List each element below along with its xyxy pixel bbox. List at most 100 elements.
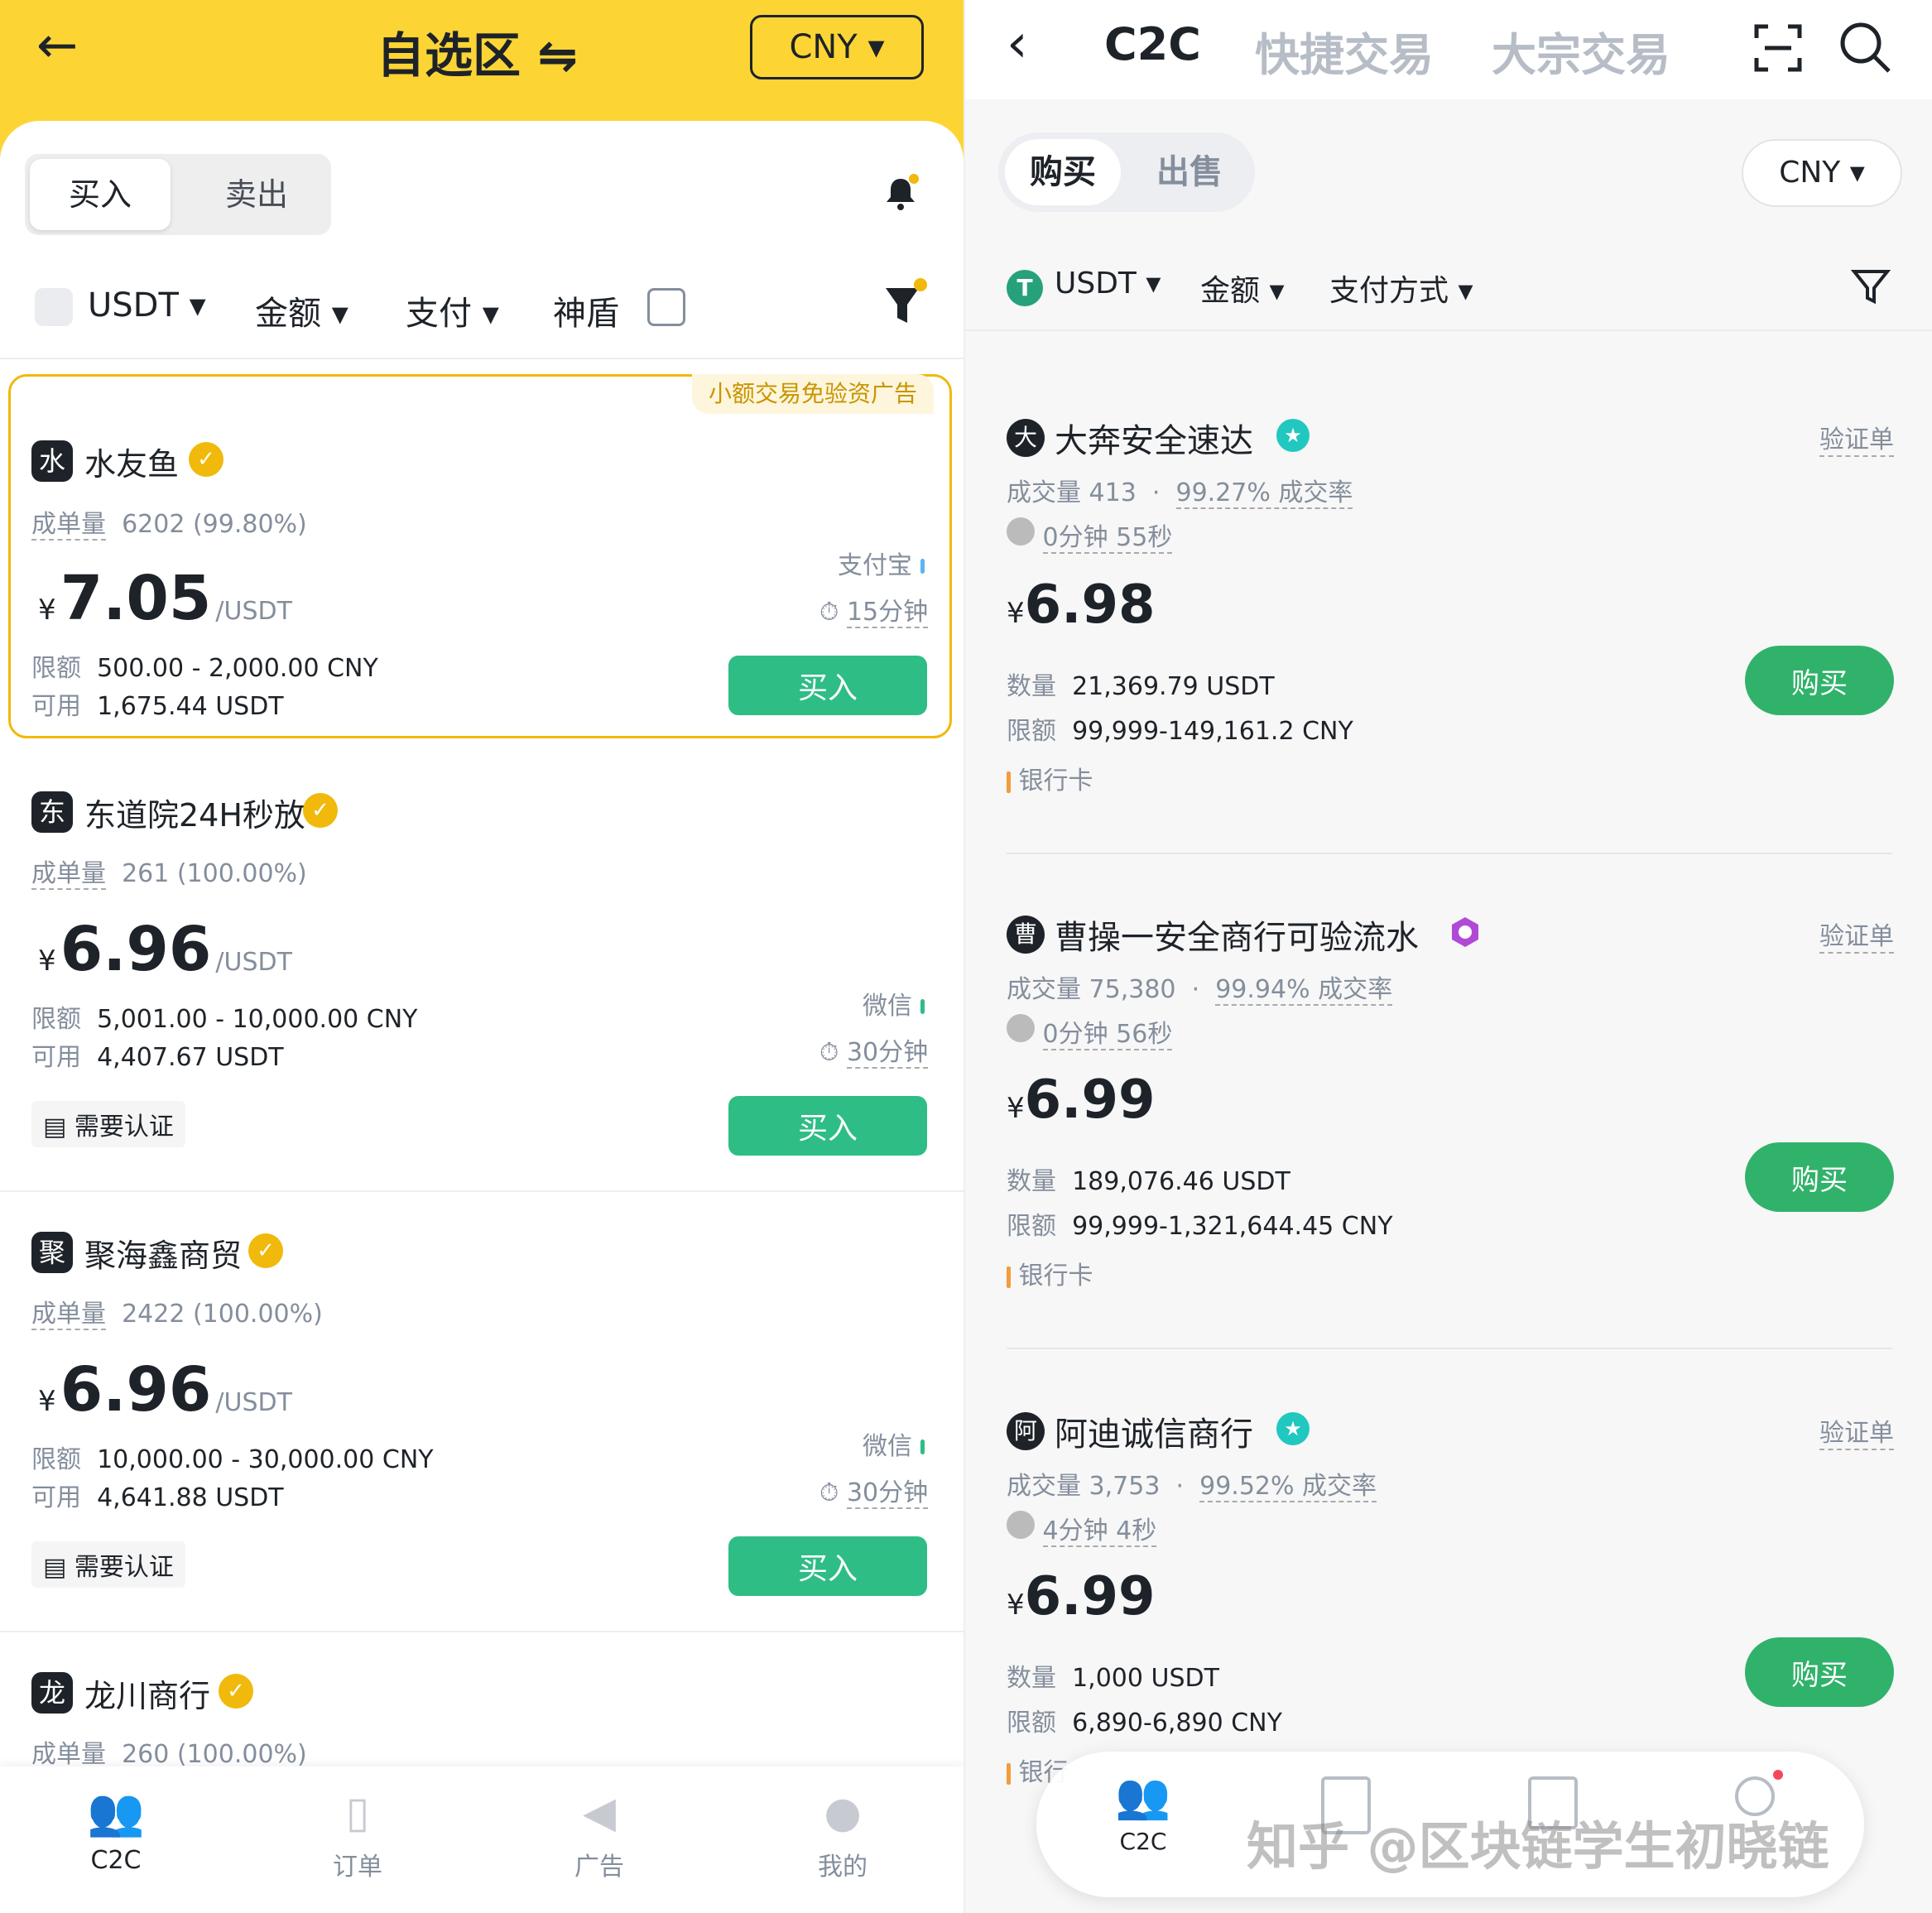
volume-stat: 成交量 413 · 99.27% 成交率 xyxy=(1007,478,1353,509)
buy-button[interactable]: 买入 xyxy=(728,1536,927,1596)
verified-badge-icon: ✓ xyxy=(248,1233,283,1268)
orders-icon: ▯ xyxy=(345,1788,370,1838)
shield-checkbox[interactable] xyxy=(647,288,685,326)
left-panel: ← 自选区 ⇋ CNY ▾ 买入 卖出 USDT ▾ 金额 ▾ 支付 ▾ 神盾 … xyxy=(0,0,964,1913)
verify-link[interactable]: 验证单 xyxy=(1819,916,1894,954)
right-panel: ‹ C2C 快捷交易 大宗交易 购买 出售 CNY ▾ T USDT ▾ 金额 … xyxy=(964,0,1932,1913)
verify-link[interactable]: 验证单 xyxy=(1819,419,1894,457)
pay-time: ⏱ 30分钟 xyxy=(819,1478,929,1509)
filter-funnel-icon[interactable] xyxy=(882,276,929,329)
release-time: 0分钟 55秒 xyxy=(1007,517,1173,554)
pay-time: ⏱ 15分钟 xyxy=(819,598,929,628)
tab-quick-trade[interactable]: 快捷交易 xyxy=(1255,18,1434,84)
buy-button[interactable]: 购买 xyxy=(1745,1142,1894,1212)
limit-row: 限额 99,999-149,161.2 CNY xyxy=(1007,717,1353,746)
back-arrow-icon[interactable]: ← xyxy=(36,17,78,75)
pay-time: ⏱ 30分钟 xyxy=(819,1038,929,1069)
avatar: 大 xyxy=(1007,419,1045,457)
buy-button[interactable]: 买入 xyxy=(728,656,927,715)
verified-badge-icon: ✓ xyxy=(189,442,223,477)
verify-link[interactable]: 验证单 xyxy=(1819,1412,1894,1450)
orders-stat: 成单量 260 (100.00%) xyxy=(31,1740,307,1771)
timer-icon: ⏱ xyxy=(819,1478,839,1507)
price-alert-bell-icon[interactable] xyxy=(881,174,920,214)
currency-select[interactable]: CNY ▾ xyxy=(750,15,924,79)
tab-block-trade[interactable]: 大宗交易 xyxy=(1492,18,1670,84)
nav-c2c[interactable]: 👥 C2C xyxy=(66,1786,166,1876)
avatar: 曹 xyxy=(1007,916,1045,954)
timer-icon: ⏱ xyxy=(819,598,839,627)
avatar: 水 xyxy=(31,440,73,482)
merchant-name[interactable]: 聚海鑫商贸 xyxy=(84,1230,242,1276)
buy-button[interactable]: 买入 xyxy=(728,1096,927,1156)
avatar: 阿 xyxy=(1007,1412,1045,1450)
coin-filter[interactable]: USDT ▾ xyxy=(88,286,206,324)
price: ¥ 6.96 /USDT xyxy=(38,1354,292,1425)
megaphone-icon: ◀ xyxy=(583,1788,616,1838)
release-time: 4分钟 4秒 xyxy=(1007,1510,1157,1547)
currency-select[interactable]: CNY ▾ xyxy=(1742,139,1902,207)
users-icon: 👥 xyxy=(1115,1770,1171,1822)
coin-filter[interactable]: USDT ▾ xyxy=(1055,267,1161,300)
tab-buy[interactable]: 购买 xyxy=(1005,139,1121,205)
buy-button[interactable]: 购买 xyxy=(1745,1637,1894,1707)
price: ¥6.98 xyxy=(1007,574,1156,636)
scan-icon[interactable] xyxy=(1753,23,1803,73)
price: ¥ 6.96 /USDT xyxy=(38,914,292,985)
id-card-icon: ▤ xyxy=(43,1113,67,1142)
merchant-name[interactable]: 大奔安全速达 xyxy=(1055,414,1253,462)
available-row: 可用 4,641.88 USDT xyxy=(31,1483,284,1512)
verified-badge-icon: ✓ xyxy=(219,1674,253,1709)
watermark: 知乎 @区块链学生初晓链 xyxy=(1247,1816,1829,1877)
merchant-name[interactable]: 龙川商行 xyxy=(84,1670,210,1716)
nav-ads[interactable]: ◀ 广告 xyxy=(550,1788,649,1882)
release-time: 0分钟 56秒 xyxy=(1007,1013,1173,1050)
kyc-required-tag: ▤ 需要认证 xyxy=(31,1101,185,1147)
price: ¥6.99 xyxy=(1007,1069,1156,1131)
merchant-name[interactable]: 水友鱼 xyxy=(84,439,179,484)
tether-icon: T xyxy=(1007,270,1043,306)
merchant-name[interactable]: 东道院24H秒放 xyxy=(84,790,305,835)
tab-sell[interactable]: 卖出 xyxy=(190,159,323,230)
merchant-name[interactable]: 阿迪诚信商行 xyxy=(1055,1407,1253,1455)
tab-buy[interactable]: 买入 xyxy=(30,159,171,230)
tab-c2c[interactable]: C2C xyxy=(1104,18,1201,70)
payment-method: 支付宝 xyxy=(838,545,925,581)
volume-stat: 成交量 3,753 · 99.52% 成交率 xyxy=(1007,1472,1377,1502)
available-row: 可用 4,407.67 USDT xyxy=(31,1043,284,1072)
nav-orders[interactable]: ▯ 订单 xyxy=(308,1788,407,1882)
quantity-row: 数量 189,076.46 USDT xyxy=(1007,1167,1290,1196)
merchant-name[interactable]: 曹操一安全商行可验流水 xyxy=(1055,911,1419,959)
notification-dot xyxy=(1773,1770,1783,1780)
nav-c2c[interactable]: 👥 C2C xyxy=(1098,1770,1189,1856)
clock-icon xyxy=(1007,1511,1035,1539)
payment-method: 银行卡 xyxy=(1007,760,1093,796)
avatar: 龙 xyxy=(31,1672,73,1714)
back-chevron-icon[interactable]: ‹ xyxy=(1007,13,1028,75)
nav-profile[interactable]: ● 我的 xyxy=(793,1788,892,1882)
user-icon: ● xyxy=(824,1788,862,1838)
amount-filter[interactable]: 金额 ▾ xyxy=(1200,267,1285,310)
filter-icon[interactable] xyxy=(1850,267,1891,306)
payment-method: 银行卡 xyxy=(1007,1255,1093,1291)
payment-filter[interactable]: 支付 ▾ xyxy=(406,286,499,334)
id-card-icon: ▤ xyxy=(43,1553,67,1582)
verified-badge-icon: ✓ xyxy=(303,793,338,828)
avatar: 东 xyxy=(31,791,73,833)
page-title: 自选区 ⇋ xyxy=(377,27,578,84)
price: ¥6.99 xyxy=(1007,1566,1156,1627)
search-icon[interactable] xyxy=(1838,20,1892,75)
merchant-badge-icon: ★ xyxy=(1276,1412,1310,1445)
coin-icon xyxy=(35,288,73,326)
swap-icon[interactable]: ⇋ xyxy=(537,27,578,84)
users-icon: 👥 xyxy=(87,1786,145,1839)
tab-sell[interactable]: 出售 xyxy=(1136,139,1243,205)
price: ¥ 7.05 /USDT xyxy=(38,563,292,634)
amount-filter[interactable]: 金额 ▾ xyxy=(255,286,348,334)
avatar: 聚 xyxy=(31,1232,73,1273)
orders-stat: 成单量 2422 (100.00%) xyxy=(31,1300,323,1330)
clock-icon xyxy=(1007,1014,1035,1042)
buy-button[interactable]: 购买 xyxy=(1745,646,1894,715)
payment-filter[interactable]: 支付方式 ▾ xyxy=(1329,267,1473,310)
timer-icon: ⏱ xyxy=(819,1038,839,1067)
